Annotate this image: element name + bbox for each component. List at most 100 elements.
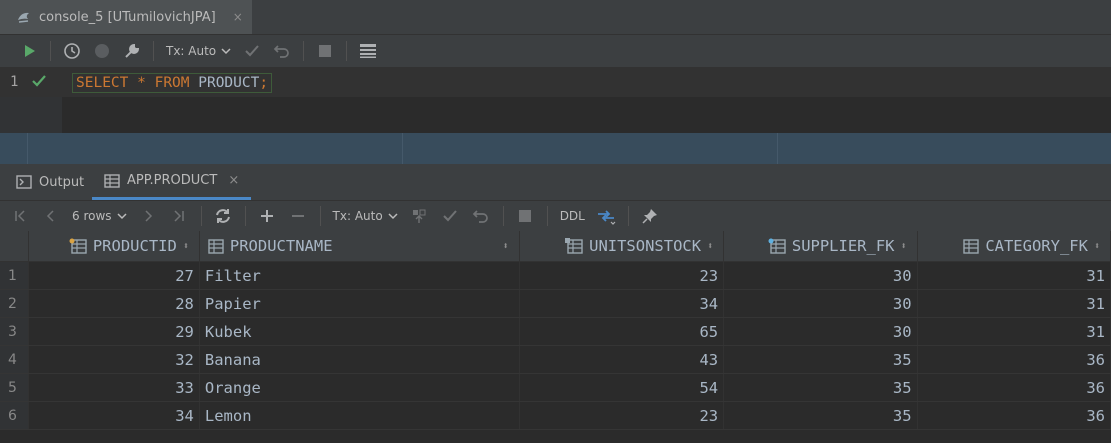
cell-productname[interactable]: Banana [199,345,520,374]
cell-productid[interactable]: 28 [28,289,200,318]
sort-icon[interactable]: ⬍ [1094,241,1100,252]
toolbar-divider [244,206,246,226]
table-row[interactable]: 6 34 Lemon 23 35 36 [0,401,1111,430]
sql-token: SELECT [76,75,129,91]
compare-button[interactable] [591,200,622,232]
settings-button[interactable] [117,35,147,67]
ddl-button[interactable]: DDL [554,209,591,223]
row-number[interactable]: 4 [0,345,29,374]
first-page-button[interactable] [4,200,35,232]
stop-button[interactable] [310,35,340,67]
cell-category_fk[interactable]: 31 [917,317,1111,346]
row-number[interactable]: 1 [0,261,29,290]
session-button[interactable] [87,35,117,67]
cell-productname[interactable]: Lemon [199,401,520,430]
cell-category_fk[interactable]: 31 [917,289,1111,318]
table-row[interactable]: 2 28 Papier 34 30 31 [0,289,1111,318]
cell-supplier_fk[interactable]: 30 [723,261,918,290]
next-page-button[interactable] [133,200,164,232]
rollback-button[interactable] [267,35,297,67]
ddl-label: DDL [559,209,585,223]
table-row[interactable]: 5 33 Orange 54 35 36 [0,373,1111,402]
grid-toolbar: 6 rows Tx: Auto DDL [0,200,1111,231]
sort-icon[interactable]: ⬍ [707,241,713,252]
chevron-down-icon [388,213,398,220]
cell-category_fk[interactable]: 31 [917,261,1111,290]
rollback-button[interactable] [466,200,497,232]
cell-productname[interactable]: Filter [199,261,520,290]
cell-productid[interactable]: 27 [28,261,200,290]
close-tab-icon[interactable]: × [233,10,243,24]
results-layout-button[interactable] [353,35,383,67]
cell-productname[interactable]: Orange [199,373,520,402]
cell-unitsonstock[interactable]: 43 [519,345,725,374]
sql-editor[interactable]: 1 SELECT * FROM PRODUCT; [0,67,1111,133]
add-row-button[interactable] [252,200,283,232]
column-header-content: SUPPLIER_FK ⬍ [724,237,916,255]
cell-unitsonstock[interactable]: 65 [519,317,725,346]
pin-tab-button[interactable] [635,200,666,232]
tab-output[interactable]: Output [16,164,84,200]
prev-page-button[interactable] [35,200,66,232]
column-header-productid[interactable]: PRODUCTID ⬍ [28,231,200,262]
last-page-button[interactable] [164,200,195,232]
refresh-button[interactable] [208,200,239,232]
cell-supplier_fk[interactable]: 35 [723,345,918,374]
toolbar-divider [502,206,504,226]
cell-supplier_fk[interactable]: 35 [723,373,918,402]
column-header-unitsonstock[interactable]: UNITSONSTOCK ⬍ [519,231,725,262]
run-button[interactable] [14,35,44,67]
cell-unitsonstock[interactable]: 23 [519,401,725,430]
row-number[interactable]: 6 [0,401,29,430]
table-row[interactable]: 1 27 Filter 23 30 31 [0,261,1111,290]
column-header-category_fk[interactable]: CATEGORY_FK ⬍ [917,231,1111,262]
sort-icon[interactable]: ⬍ [183,241,189,252]
row-number[interactable]: 5 [0,373,29,402]
sort-icon[interactable]: ⬍ [901,241,907,252]
cell-unitsonstock[interactable]: 23 [519,261,725,290]
tab-app-product[interactable]: APP.PRODUCT × [92,164,252,200]
table-row[interactable]: 4 32 Banana 43 35 36 [0,345,1111,374]
cell-productid[interactable]: 33 [28,373,200,402]
table-row[interactable]: 3 29 Kubek 65 30 31 [0,317,1111,346]
cell-category_fk[interactable]: 36 [917,345,1111,374]
cell-productid[interactable]: 34 [28,401,200,430]
sql-statement[interactable]: SELECT * FROM PRODUCT; [72,73,273,93]
upload-icon [413,209,426,223]
cell-productname[interactable]: Kubek [199,317,520,346]
close-tab-icon[interactable]: × [228,173,239,188]
clock-icon [64,43,80,59]
sort-icon[interactable]: ⬍ [503,241,509,252]
commit-button[interactable] [435,200,466,232]
history-button[interactable] [57,35,87,67]
cell-supplier_fk[interactable]: 35 [723,401,918,430]
cell-category_fk[interactable]: 36 [917,401,1111,430]
cell-productid[interactable]: 32 [28,345,200,374]
cell-unitsonstock[interactable]: 34 [519,289,725,318]
editor-splitter[interactable] [0,133,1111,164]
delete-row-button[interactable] [283,200,314,232]
key-column-icon [69,238,87,254]
grid-tx-mode-dropdown[interactable]: Tx: Auto [327,209,404,223]
cancel-button[interactable] [510,200,541,232]
rows-dropdown[interactable]: 6 rows [66,209,133,223]
cell-category_fk[interactable]: 36 [917,373,1111,402]
cell-productname[interactable]: Papier [199,289,520,318]
cell-unitsonstock[interactable]: 54 [519,373,725,402]
submit-changes-button[interactable] [404,200,435,232]
column-icon [963,239,980,254]
cell-productid[interactable]: 29 [28,317,200,346]
tx-mode-dropdown[interactable]: Tx: Auto [160,44,237,58]
row-number[interactable]: 2 [0,289,29,318]
commit-button[interactable] [237,35,267,67]
undo-icon [472,210,489,223]
column-header-supplier_fk[interactable]: SUPPLIER_FK ⬍ [723,231,918,262]
cell-supplier_fk[interactable]: 30 [723,317,918,346]
column-header-label: CATEGORY_FK [985,237,1088,255]
result-grid[interactable]: PRODUCTID ⬍ PRODUCTNAME ⬍ UNITSONSTOCK ⬍ SUPPL… [0,231,1111,430]
grid-tx-mode-label: Tx: Auto [332,209,383,223]
row-number[interactable]: 3 [0,317,29,346]
column-header-productname[interactable]: PRODUCTNAME ⬍ [199,231,520,262]
console-tab[interactable]: console_5 [UTumilovichJPA] × [0,0,252,34]
cell-supplier_fk[interactable]: 30 [723,289,918,318]
